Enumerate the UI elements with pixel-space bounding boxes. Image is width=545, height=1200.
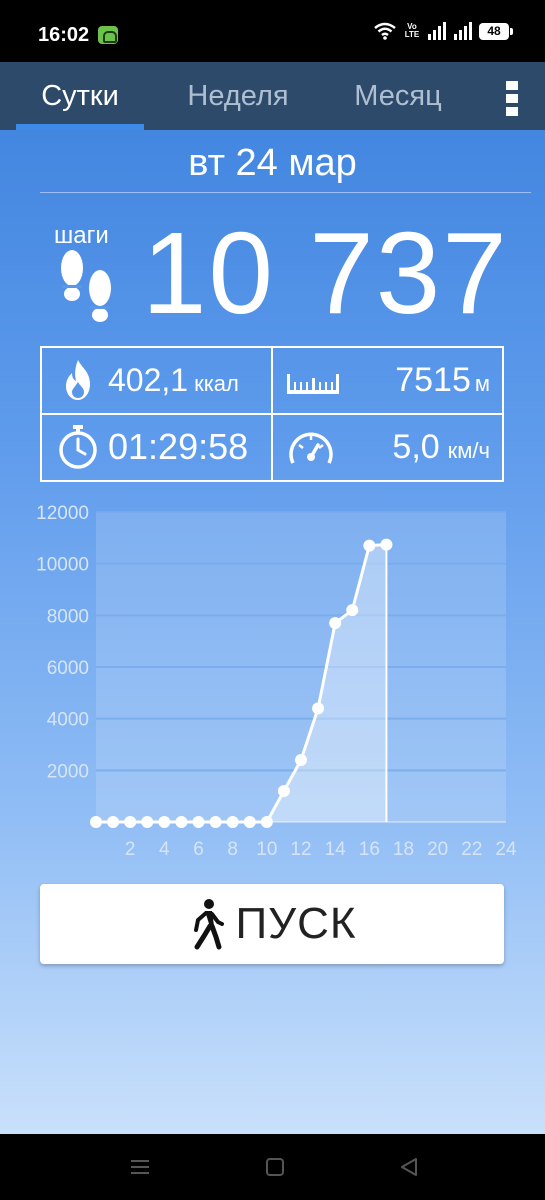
chart-point xyxy=(124,816,137,828)
x-tick-label: 2 xyxy=(125,839,136,860)
battery-icon: 48 xyxy=(479,22,513,40)
x-tick-label: 22 xyxy=(461,839,482,860)
speed-cell: 5,0 км/ч xyxy=(273,415,502,479)
chart-point xyxy=(209,816,222,828)
x-tick-label: 18 xyxy=(393,839,414,860)
chart-point xyxy=(312,702,325,715)
chart-point xyxy=(158,816,171,828)
calories-value: 402,1 xyxy=(108,362,189,398)
x-tick-label: 10 xyxy=(256,839,277,860)
start-button-label: ПУСК xyxy=(235,899,357,948)
app-notification-icon xyxy=(98,26,118,44)
back-icon[interactable] xyxy=(394,1152,424,1182)
walking-person-icon xyxy=(193,899,224,950)
chart-point xyxy=(380,538,393,551)
y-tick-label: 4000 xyxy=(47,710,89,731)
date-title[interactable]: вт 24 мар xyxy=(0,142,545,185)
chart-point xyxy=(226,816,239,828)
menu-dot-icon xyxy=(506,106,518,116)
footprints-icon xyxy=(61,250,111,322)
network-type-label: Vo LTE xyxy=(404,22,420,39)
wifi-icon xyxy=(374,22,396,40)
duration-value: 01:29:58 xyxy=(108,426,249,467)
speed-value-line: 5,0 км/ч xyxy=(392,415,490,479)
stopwatch-icon xyxy=(59,425,97,469)
distance-value-line: 7515 м xyxy=(395,348,490,412)
x-tick-label: 6 xyxy=(193,839,204,860)
chart-point xyxy=(90,816,102,828)
recent-apps-icon[interactable] xyxy=(125,1152,155,1182)
start-button[interactable]: ПУСК xyxy=(40,884,504,964)
signal-icon xyxy=(454,22,472,40)
y-tick-label: 2000 xyxy=(47,761,89,782)
y-tick-label: 6000 xyxy=(47,658,89,679)
chart-point xyxy=(346,604,359,617)
calories-cell: 402,1 ккал xyxy=(42,348,271,412)
pedometer-app: Сутки Неделя Месяц вт 24 мар шаги 10 737… xyxy=(0,62,545,1134)
flame-icon xyxy=(66,360,90,400)
tab-day[interactable]: Сутки xyxy=(16,62,144,130)
navigation-bar xyxy=(0,1134,545,1200)
signal-icon xyxy=(428,22,446,40)
speed-value: 5,0 xyxy=(392,428,440,466)
chart-point xyxy=(107,816,120,828)
steps-label: шаги xyxy=(54,222,109,249)
x-tick-label: 16 xyxy=(359,839,380,860)
speed-unit: км/ч xyxy=(447,438,490,463)
status-icons: Vo LTE 48 xyxy=(373,22,513,40)
chart-point xyxy=(243,816,256,828)
distance-cell: 7515 м xyxy=(273,348,502,412)
speedometer-icon xyxy=(289,432,333,464)
tab-month[interactable]: Месяц xyxy=(336,62,460,130)
chart-point xyxy=(175,816,188,828)
y-tick-label: 12000 xyxy=(36,503,89,524)
duration-cell: 01:29:58 xyxy=(42,415,271,479)
chart-point xyxy=(295,754,307,766)
x-tick-label: 8 xyxy=(227,839,238,860)
menu-dot-icon xyxy=(506,80,518,90)
home-icon[interactable] xyxy=(260,1152,290,1182)
steps-chart: 200040006000800010000120002 4 6 8 10 12 14 16 18… xyxy=(36,503,517,860)
x-tick-label: 14 xyxy=(325,839,347,860)
distance-unit: м xyxy=(474,371,490,396)
status-time: 16:02 xyxy=(38,24,90,46)
chart-point xyxy=(277,785,290,797)
active-tab-indicator xyxy=(16,124,144,130)
chart-point xyxy=(192,816,205,828)
distance-value: 7515 xyxy=(395,361,471,399)
chart-point xyxy=(329,617,342,630)
chart-point xyxy=(363,539,376,552)
divider xyxy=(40,192,531,193)
y-tick-label: 10000 xyxy=(36,555,89,576)
status-bar: 16:02 Vo LTE 48 xyxy=(0,0,545,62)
calories-value-line: 402,1 ккал xyxy=(108,348,239,412)
tab-bar: Сутки Неделя Месяц xyxy=(0,62,545,130)
y-tick-label: 8000 xyxy=(47,606,89,627)
steps-count: 10 737 xyxy=(142,208,509,338)
stats-grid: 402,1 ккал 7515 м 01:29:58 5,0 км/ч xyxy=(40,346,504,482)
overflow-menu-button[interactable] xyxy=(490,74,534,122)
ruler-icon xyxy=(287,374,339,394)
menu-dot-icon xyxy=(506,93,518,103)
calories-unit: ккал xyxy=(194,371,239,396)
x-tick-label: 12 xyxy=(290,839,311,860)
chart-point xyxy=(260,816,273,828)
tab-week[interactable]: Неделя xyxy=(170,62,306,130)
x-tick-label: 4 xyxy=(159,839,170,860)
x-tick-label: 24 xyxy=(495,839,517,860)
chart-point xyxy=(141,816,154,828)
x-tick-label: 20 xyxy=(427,839,448,860)
